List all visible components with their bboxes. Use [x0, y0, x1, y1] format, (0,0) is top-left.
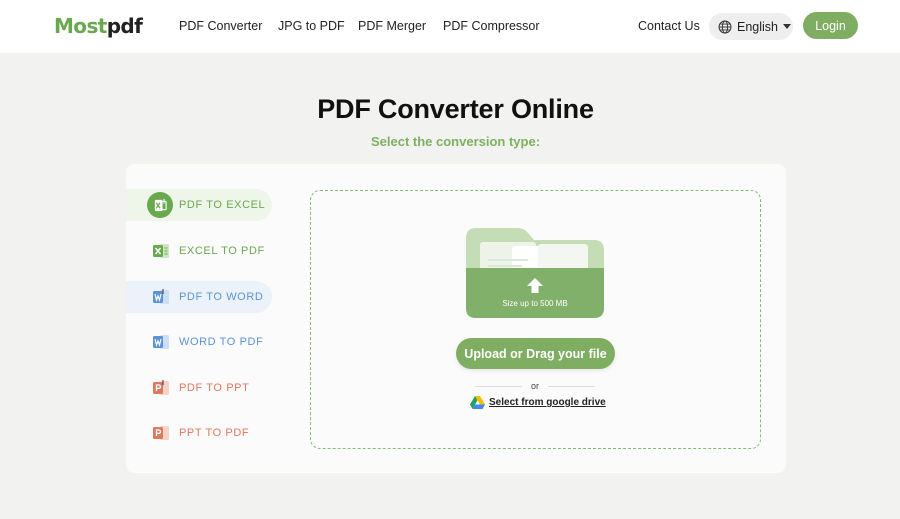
ppt-file-icon	[153, 426, 169, 440]
word-file-icon	[153, 289, 169, 304]
conversion-type-label: EXCEL TO PDF	[179, 245, 265, 257]
conversion-type-label: WORD TO PDF	[179, 336, 264, 348]
google-drive-icon	[470, 396, 485, 409]
or-text: or	[531, 381, 540, 391]
logo-text-most: Most	[54, 14, 107, 38]
conversion-type-label: PPT TO PDF	[179, 427, 250, 439]
excel-file-icon	[153, 244, 169, 258]
conversion-type-label: PDF TO WORD	[179, 291, 264, 303]
mostpdf-logo[interactable]: Mostpdf	[54, 13, 143, 39]
excel-file-icon	[147, 192, 173, 218]
conversion-type-excel-to-pdf[interactable]: EXCEL TO PDF	[126, 235, 272, 267]
conversion-type-ppt-to-pdf[interactable]: PPT TO PDF	[126, 417, 272, 449]
nav-pdf-merger[interactable]: PDF Merger	[358, 18, 426, 34]
login-button[interactable]: Login	[803, 12, 858, 39]
word-file-icon	[153, 335, 169, 349]
page-subtitle: Select the conversion type:	[370, 134, 541, 149]
logo-text-pdf: pdf	[106, 14, 143, 38]
or-divider: or	[475, 380, 596, 392]
divider-line	[548, 385, 596, 387]
conversion-type-pdf-to-word[interactable]: PDF TO WORD	[126, 281, 272, 313]
conversion-type-label: PDF TO PPT	[179, 382, 250, 394]
nav-pdf-compressor[interactable]: PDF Compressor	[443, 18, 540, 34]
ppt-file-icon	[153, 380, 169, 395]
conversion-type-label: PDF TO EXCEL	[179, 199, 266, 211]
conversion-type-pdf-to-excel[interactable]: PDF TO EXCEL	[126, 189, 272, 221]
page-title: PDF Converter Online	[317, 94, 594, 124]
language-select[interactable]: English	[709, 13, 793, 40]
size-limit-text: Size up to 500 MB	[502, 299, 568, 308]
nav-contact-us[interactable]: Contact Us	[638, 18, 700, 34]
top-nav-bar: Mostpdf PDF Converter JPG to PDF PDF Mer…	[0, 0, 900, 53]
globe-icon	[718, 20, 732, 33]
conversion-type-word-to-pdf[interactable]: WORD TO PDF	[126, 326, 272, 358]
google-drive-label: Select from google drive	[489, 397, 606, 408]
conversion-type-pdf-to-ppt[interactable]: PDF TO PPT	[126, 372, 272, 404]
nav-jpg-to-pdf[interactable]: JPG to PDF	[278, 18, 345, 34]
language-label: English	[737, 19, 778, 34]
google-drive-link[interactable]: Select from google drive	[470, 396, 606, 409]
divider-line	[475, 385, 522, 387]
nav-pdf-converter[interactable]: PDF Converter	[179, 18, 262, 34]
chevron-down-icon	[783, 24, 791, 29]
upload-file-button[interactable]: Upload or Drag your file	[456, 338, 615, 369]
